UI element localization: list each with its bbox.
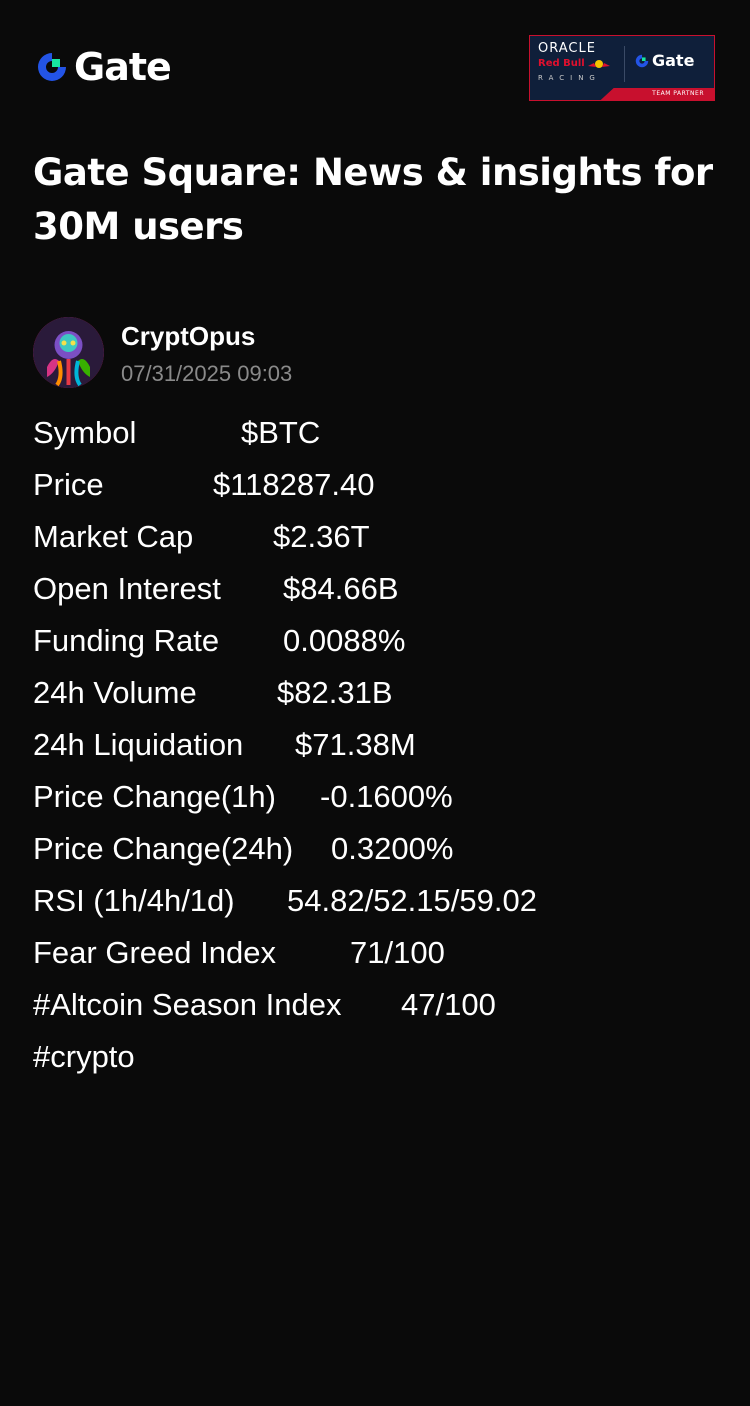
stat-value: $71.38M <box>295 727 416 762</box>
stat-label: 24h Volume <box>33 675 197 710</box>
stat-value: $84.66B <box>283 571 399 606</box>
stat-value: $BTC <box>241 415 321 450</box>
stat-row-funding-rate: Funding Rate 0.0088% <box>33 615 723 667</box>
post-author: CryptOpus 07/31/2025 09:03 <box>33 316 633 390</box>
stat-row-price-change-1h: Price Change(1h) -0.1600% <box>33 771 723 823</box>
team-partner-badge: ORACLE Red Bull RACING Gate TEAM PARTNER <box>529 35 715 101</box>
stat-row-open-interest: Open Interest $84.66B <box>33 563 723 615</box>
post-timestamp: 07/31/2025 09:03 <box>121 361 293 386</box>
stat-value: 0.3200% <box>331 831 454 866</box>
stat-value: 47/100 <box>401 987 496 1022</box>
stat-row-rsi: RSI (1h/4h/1d) 54.82/52.15/59.02 <box>33 875 723 927</box>
redbull-text: Red Bull <box>538 58 585 69</box>
stat-row-symbol: Symbol $BTC <box>33 407 723 459</box>
stat-row-price: Price $118287.40 <box>33 459 723 511</box>
stat-label: RSI (1h/4h/1d) <box>33 883 235 918</box>
stat-label: Fear Greed Index <box>33 935 276 970</box>
stat-label: Price <box>33 467 104 502</box>
avatar[interactable] <box>33 317 104 388</box>
stat-label: Price Change(1h) <box>33 779 276 814</box>
gate-logo-icon <box>38 53 66 81</box>
stat-value: 54.82/52.15/59.02 <box>287 883 537 918</box>
gate-logo[interactable]: Gate <box>34 45 172 89</box>
stat-row-24h-volume: 24h Volume $82.31B <box>33 667 723 719</box>
oracle-redbull-racing-logo: ORACLE Red Bull RACING <box>538 42 620 86</box>
octopus-avatar-icon <box>33 317 104 388</box>
partner-gate-text: Gate <box>652 51 695 70</box>
stat-value: $82.31B <box>277 675 393 710</box>
stat-label: Open Interest <box>33 571 221 606</box>
red-bull-icon <box>587 60 610 68</box>
partner-divider <box>624 46 625 82</box>
stat-row-altcoin-season: #Altcoin Season Index 47/100 <box>33 979 723 1031</box>
page-title: Gate Square: News & insights for 30M use… <box>33 151 713 248</box>
header: Gate ORACLE Red Bull RACING Gate TEAM PA… <box>0 0 750 130</box>
stat-value: 0.0088% <box>283 623 406 658</box>
stat-row-fear-greed: Fear Greed Index 71/100 <box>33 927 723 979</box>
stat-value: 71/100 <box>350 935 445 970</box>
stat-row-market-cap: Market Cap $2.36T <box>33 511 723 563</box>
stat-label: #Altcoin Season Index <box>33 987 342 1022</box>
stat-row-24h-liquidation: 24h Liquidation $71.38M <box>33 719 723 771</box>
stat-label: Symbol <box>33 415 137 450</box>
stat-label: Price Change(24h) <box>33 831 294 866</box>
page: Gate ORACLE Red Bull RACING Gate TEAM PA… <box>0 0 750 1406</box>
stat-label: 24h Liquidation <box>33 727 244 762</box>
redbull-row: Red Bull <box>538 57 620 71</box>
stat-value: $2.36T <box>273 519 370 554</box>
hashtag-crypto[interactable]: #crypto <box>33 1031 723 1083</box>
racing-text: RACING <box>538 74 601 82</box>
stat-row-price-change-24h: Price Change(24h) 0.3200% <box>33 823 723 875</box>
stat-label: Market Cap <box>33 519 194 554</box>
stat-value: $118287.40 <box>213 467 375 502</box>
team-partner-text: TEAM PARTNER <box>652 90 704 97</box>
author-name[interactable]: CryptOpus <box>121 320 255 352</box>
stat-label: Funding Rate <box>33 623 220 658</box>
logo-text: Gate <box>74 45 172 89</box>
gate-logo-icon <box>635 54 649 68</box>
stat-value: -0.1600% <box>320 779 453 814</box>
post-body: Symbol $BTC Price $118287.40 Market Cap … <box>33 407 723 1083</box>
oracle-text: ORACLE <box>538 41 596 56</box>
partner-gate-logo: Gate <box>634 50 694 72</box>
